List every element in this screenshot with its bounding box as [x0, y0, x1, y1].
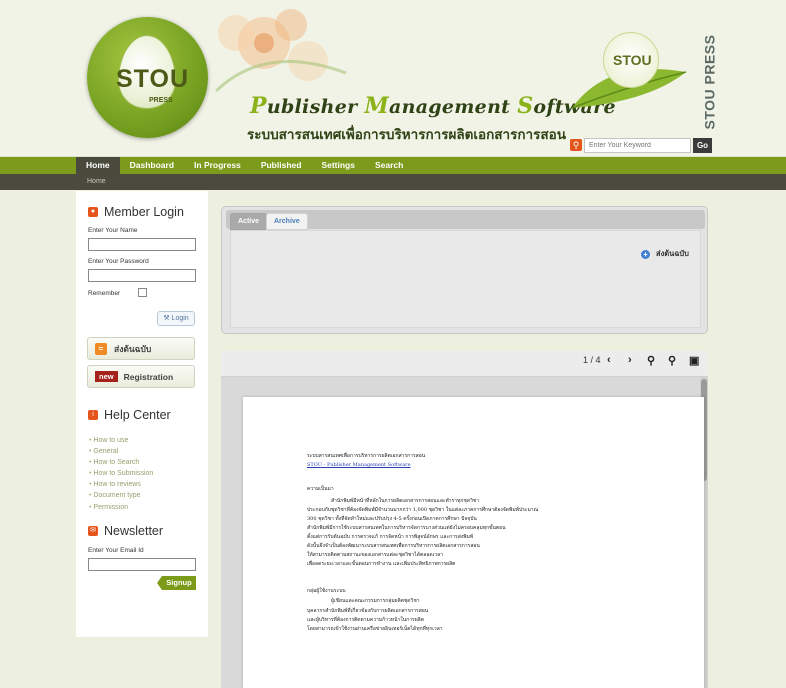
main-nav: Home Dashboard In Progress Published Set… — [0, 157, 786, 174]
doc-text-line: ตั้งแต่การรับต้นฉบับ การตรวจแก้ การจัดหน… — [307, 534, 474, 540]
help-center-list: How to use General How to Search How to … — [89, 435, 153, 513]
doc-text-line: ให้สามารถติดตามสถานะของเอกสารแต่ละชุดวิช… — [307, 552, 443, 558]
app-title-cap: P — [250, 93, 267, 119]
stou-press-small-logo: STOU — [603, 32, 659, 88]
doc-text-line: ดังนั้นจึงจำเป็นต้องพัฒนาระบบสารสนเทศเพื… — [307, 543, 480, 549]
doc-text-line: บุคลากรสำนักพิมพ์ที่เกี่ยวข้องกับการผลิต… — [307, 608, 429, 614]
help-link-how-to-search[interactable]: How to Search — [89, 457, 153, 468]
info-icon: i — [88, 410, 98, 420]
newsletter-heading: Newsletter — [104, 524, 164, 538]
vertical-press-text: STOU PRESS — [701, 34, 718, 130]
name-field[interactable] — [88, 238, 196, 251]
login-label: Login — [171, 315, 189, 322]
help-link-general[interactable]: General — [89, 446, 153, 457]
help-center-title: i Help Center — [88, 408, 171, 422]
password-label: Enter Your Password — [88, 258, 149, 265]
doc-text-line: กลุ่มผู้ใช้งานระบบ — [307, 588, 346, 594]
registration-button[interactable]: new Registration — [87, 365, 195, 388]
fullscreen-icon[interactable]: ▣ — [689, 354, 699, 367]
app-title: Publisher Management Software — [250, 93, 616, 119]
doc-text-line: ระบบสารสนเทศเพื่อการบริหารการผลิตเอกสารก… — [307, 453, 426, 459]
password-field[interactable] — [88, 269, 196, 282]
help-link-how-to-use[interactable]: How to use — [89, 435, 153, 446]
doc-text-line: 300 ชุดวิชา ทั้งที่จัดทำใหม่และปรับปรุง … — [307, 516, 477, 522]
nav-item-settings[interactable]: Settings — [311, 157, 365, 174]
doc-text-line: สำนักพิมพ์มีการใช้ระบบสารสนเทศในการบริหา… — [307, 525, 506, 531]
member-login-title: ● Member Login — [88, 205, 184, 219]
page-indicator: 1 / 4 — [583, 355, 601, 365]
mail-icon: ✉ — [88, 526, 98, 536]
header: STOU PRESS Publisher Management Software… — [0, 0, 786, 157]
help-link-how-to-submission[interactable]: How to Submission — [89, 468, 153, 479]
prev-page-icon[interactable]: ‹ — [607, 354, 611, 366]
send-document-link-label: ส่งต้นฉบับ — [656, 249, 689, 258]
tab-archive[interactable]: Archive — [266, 213, 308, 230]
logo-text: STOU — [116, 65, 189, 93]
app-title-cap: S — [517, 93, 534, 119]
zoom-out-icon[interactable]: ⚲ — [647, 354, 655, 367]
doc-text-line: ประกอบกับชุดวิชาที่ต้องจัดพิมพ์มีจำนวนมา… — [307, 507, 539, 513]
rss-icon: ≈ — [95, 342, 107, 355]
nav-items: Home Dashboard In Progress Published Set… — [76, 157, 413, 174]
doc-text-line: ความเป็นมา — [307, 486, 334, 492]
doc-text-line: สำนักพิมพ์มีหน้าที่หลักในการผลิตเอกสารกา… — [331, 498, 480, 504]
breadcrumb[interactable]: Home — [87, 178, 106, 185]
login-lock-icon: ⚒ — [163, 315, 172, 322]
doc-text-line: ผู้เขียนและคณะกรรมการกลุ่มผลิตชุดวิชา — [331, 598, 420, 604]
document-tabs-panel: Active Archive + ส่งต้นฉบับ — [221, 206, 708, 334]
app-title-cap: M — [364, 93, 389, 119]
remember-label: Remember — [88, 290, 121, 297]
user-icon: ● — [88, 207, 98, 217]
next-page-icon[interactable]: › — [628, 354, 632, 366]
plus-icon: + — [641, 249, 650, 259]
help-center-heading: Help Center — [104, 408, 171, 422]
doc-text-line: เพื่อลดระยะเวลาและขั้นตอนการทำงาน และเพิ… — [307, 561, 456, 567]
help-link-how-to-reviews[interactable]: How to reviews — [89, 479, 153, 490]
small-logo-text: STOU — [613, 52, 652, 68]
vertical-stou-press: STOU PRESS — [696, 35, 718, 130]
doc-link[interactable]: STOU - Publisher Management Software — [307, 462, 411, 468]
help-link-permission[interactable]: Permission — [89, 502, 153, 513]
breadcrumb-bar — [0, 174, 786, 190]
send-document-button[interactable]: ≈ ส่งต้นฉบับ — [87, 337, 195, 360]
stou-logo[interactable]: STOU PRESS — [87, 17, 208, 138]
nav-item-dashboard[interactable]: Dashboard — [120, 157, 184, 174]
send-document-label: ส่งต้นฉบับ — [114, 343, 152, 354]
doc-text-line: และผู้บริหารที่ต้องการติดตามความก้าวหน้า… — [307, 617, 424, 623]
new-badge: new — [95, 371, 118, 382]
help-link-document-type[interactable]: Document type — [89, 490, 153, 501]
email-label: Enter Your Email Id — [88, 547, 144, 554]
app-title-word: ublisher — [266, 96, 365, 118]
name-label: Enter Your Name — [88, 227, 138, 234]
app-subtitle: ระบบสารสนเทศเพื่อการบริหารการผลิตเอกสารก… — [247, 127, 566, 143]
nav-item-published[interactable]: Published — [251, 157, 312, 174]
document-viewer: 1 / 4 ‹ › ⚲ ⚲ ▣ ระบบสารสนเทศเพื่อการบริห… — [221, 351, 708, 688]
send-document-link[interactable]: + ส่งต้นฉบับ — [641, 248, 689, 260]
document-page: ระบบสารสนเทศเพื่อการบริหารการผลิตเอกสารก… — [243, 397, 704, 688]
nav-item-search[interactable]: Search — [365, 157, 413, 174]
logo-press-text: PRESS — [149, 97, 173, 104]
nav-item-home[interactable]: Home — [76, 157, 120, 174]
sidebar: ● Member Login Enter Your Name Enter You… — [76, 191, 208, 637]
newsletter-title: ✉ Newsletter — [88, 524, 163, 538]
tab-content — [230, 230, 701, 328]
doc-text-line: โดยสามารถเข้าใช้งานผ่านเครือข่ายอินเทอร์… — [307, 626, 443, 632]
search-input[interactable] — [584, 138, 691, 153]
flower-decoration-icon — [214, 9, 347, 93]
remember-checkbox[interactable] — [138, 288, 147, 297]
nav-item-in-progress[interactable]: In Progress — [184, 157, 251, 174]
signup-button[interactable]: Signup — [157, 576, 196, 590]
email-field[interactable] — [88, 558, 196, 571]
zoom-in-icon[interactable]: ⚲ — [668, 354, 676, 367]
go-button[interactable]: Go — [693, 138, 712, 153]
viewer-toolbar: 1 / 4 ‹ › ⚲ ⚲ ▣ — [221, 351, 708, 377]
login-button[interactable]: ⚒ Login — [157, 311, 195, 326]
tab-active[interactable]: Active — [230, 213, 268, 230]
registration-label: Registration — [123, 371, 174, 382]
tabs-bar: Active Archive — [226, 210, 705, 230]
member-login-heading: Member Login — [104, 205, 184, 219]
app-title-word: anagement — [388, 96, 518, 118]
search-icon[interactable]: ⚲ — [570, 139, 582, 151]
